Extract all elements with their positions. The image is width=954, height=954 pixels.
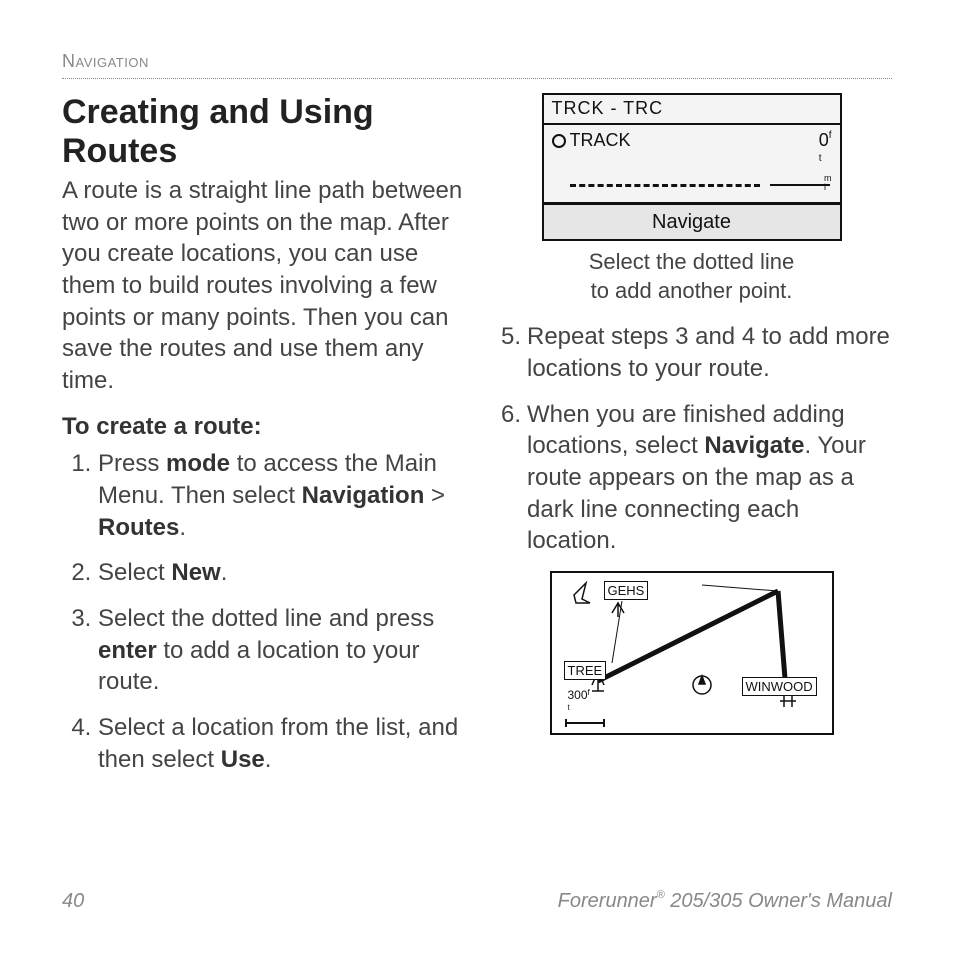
- procedure-heading: To create a route:: [62, 411, 463, 443]
- dotted-line-slot: mi: [570, 180, 830, 192]
- step-2: Select New.: [98, 557, 463, 589]
- two-column-body: Creating and Using Routes A route is a s…: [62, 93, 892, 790]
- manual-page: Navigation Creating and Using Routes A r…: [0, 0, 954, 954]
- waypoint-label-gehs: GEHS: [604, 581, 649, 600]
- manual-title: Forerunner® 205/305 Owner's Manual: [558, 888, 892, 914]
- solid-segment-icon: [770, 184, 830, 186]
- waypoint-label-tree: TREE: [564, 661, 607, 680]
- step-6: When you are finished adding locations, …: [527, 399, 892, 557]
- step-1: Press mode to access the Main Menu. Then…: [98, 448, 463, 543]
- waypoint-label-winwood: WINWOOD: [742, 677, 817, 696]
- navigate-button-graphic: Navigate: [544, 202, 840, 239]
- device-screen-map: GEHS TREE WINWOOD 300ft: [550, 571, 834, 735]
- intro-paragraph: A route is a straight line path between …: [62, 175, 463, 397]
- left-column: Creating and Using Routes A route is a s…: [62, 93, 463, 790]
- step-4: Select a location from the list, and the…: [98, 712, 463, 775]
- step-list: Press mode to access the Main Menu. Then…: [62, 448, 463, 775]
- track-label: TRACK: [552, 129, 631, 153]
- device-body: TRACK 0ft mi: [544, 125, 840, 203]
- step-5: Repeat steps 3 and 4 to add more locatio…: [527, 321, 892, 384]
- page-footer: 40 Forerunner® 205/305 Owner's Manual: [62, 888, 892, 914]
- page-number: 40: [62, 888, 84, 914]
- step-3: Select the dotted line and press enter t…: [98, 603, 463, 698]
- figure-caption: Select the dotted line to add another po…: [491, 247, 892, 305]
- right-column: TRCK - TRC TRACK 0ft mi Navigate Select …: [491, 93, 892, 790]
- dotted-segment-icon: [570, 184, 760, 187]
- step-list-continued: Repeat steps 3 and 4 to add more locatio…: [491, 321, 892, 557]
- distance-readout: 0ft: [819, 129, 832, 177]
- route-map-icon: [552, 573, 832, 733]
- scale-label: 300ft: [568, 688, 590, 720]
- units-icon: mi: [824, 174, 832, 192]
- page-title: Creating and Using Routes: [62, 93, 463, 171]
- device-title-bar: TRCK - TRC: [544, 95, 840, 125]
- device-screen-track: TRCK - TRC TRACK 0ft mi Navigate: [542, 93, 842, 242]
- section-header: Navigation: [62, 50, 892, 79]
- bullet-icon: [552, 134, 566, 148]
